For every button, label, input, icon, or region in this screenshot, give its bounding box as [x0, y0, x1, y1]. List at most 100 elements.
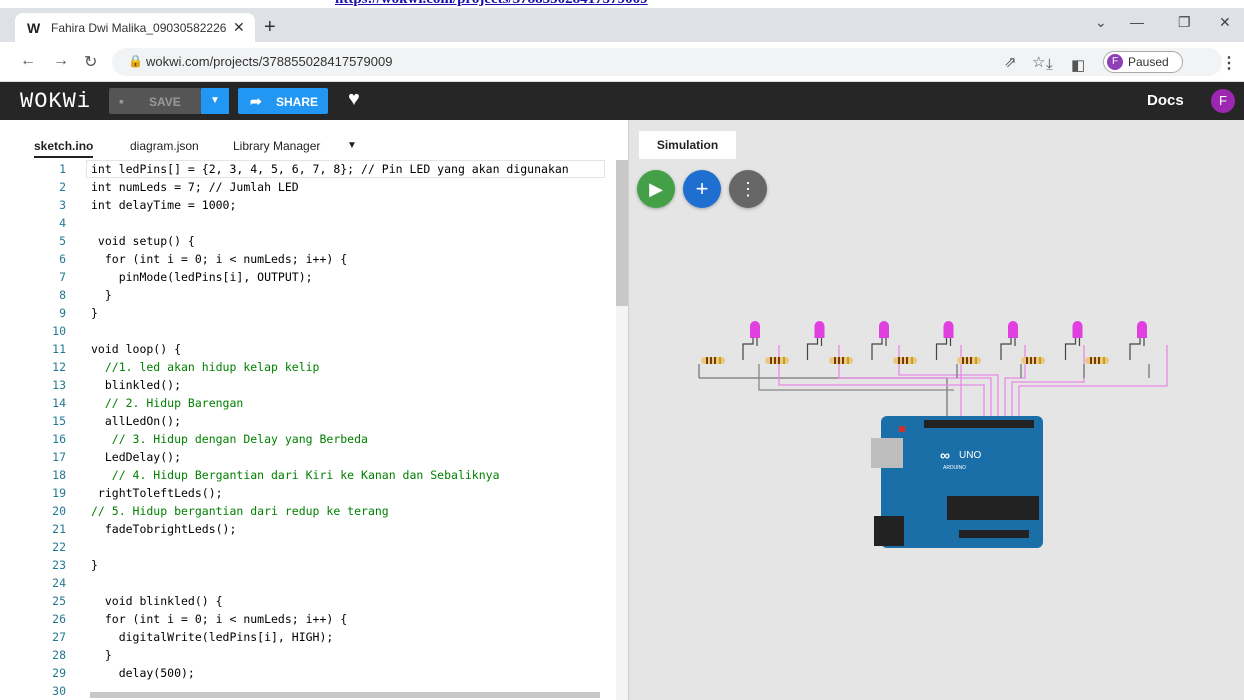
- led[interactable]: [1072, 321, 1083, 338]
- resistor-band: [1094, 357, 1096, 364]
- code-line: 11 void loop() {: [0, 340, 628, 358]
- editor-scroll-thumb[interactable]: [616, 160, 628, 306]
- forward-icon[interactable]: →: [53, 52, 69, 70]
- code-line: 19 rightToleftLeds();: [0, 484, 628, 502]
- resistor[interactable]: [893, 357, 917, 364]
- code-line: 15 allLedOn();: [0, 412, 628, 430]
- resistor[interactable]: [829, 357, 853, 364]
- resistor-band: [1090, 357, 1092, 364]
- tab-search-icon[interactable]: ⌄: [1095, 14, 1107, 31]
- code-line: 2 int numLeds = 7; // Jumlah LED: [0, 178, 628, 196]
- tab-library-manager[interactable]: Library Manager: [233, 139, 320, 153]
- code-text: // 2. Hidup Barengan: [91, 396, 244, 410]
- wire-gnd-2: [758, 364, 954, 391]
- line-number: 20: [52, 504, 66, 518]
- close-window-icon[interactable]: ✕: [1219, 14, 1231, 31]
- save-button[interactable]: ▪ SAVE: [109, 88, 201, 114]
- editor-horizontal-scrollbar[interactable]: [90, 692, 600, 698]
- restore-icon[interactable]: ❐: [1178, 14, 1191, 31]
- share-button[interactable]: ➦ SHARE: [238, 88, 328, 114]
- resistor-band: [1030, 357, 1032, 364]
- code-line: 22: [0, 538, 628, 556]
- resistor-band: [774, 357, 776, 364]
- line-number: 15: [52, 414, 66, 428]
- back-icon[interactable]: ←: [20, 52, 36, 70]
- resistor[interactable]: [765, 357, 789, 364]
- browser-menu-icon[interactable]: ⋮: [1221, 53, 1237, 73]
- wokwi-logo[interactable]: WOKWi: [20, 89, 91, 114]
- line-number: 16: [52, 432, 66, 446]
- resistor-band: [962, 357, 964, 364]
- resistor-band: [1026, 357, 1028, 364]
- editor-tabs: sketch.ino diagram.json Library Manager …: [0, 120, 628, 160]
- line-number: 18: [52, 468, 66, 482]
- resistor[interactable]: [701, 357, 725, 364]
- omnibox[interactable]: 🔒 wokwi.com/projects/378855028417579009 …: [112, 48, 1222, 76]
- reload-icon[interactable]: ↻: [84, 52, 97, 72]
- wire-led-1: [778, 345, 985, 420]
- wokwi-toolbar: WOKWi ▪ SAVE ▼ ➦ SHARE ♥ Docs F: [0, 82, 1244, 120]
- code-text: //1. led akan hidup kelap kelip: [91, 360, 320, 374]
- line-number: 14: [52, 396, 66, 410]
- resistor[interactable]: [957, 357, 981, 364]
- editor-tabs-dropdown-icon[interactable]: ▼: [347, 140, 357, 151]
- line-number: 22: [52, 540, 66, 554]
- profile-button[interactable]: F Paused: [1103, 51, 1183, 73]
- board-label: UNO: [959, 450, 981, 461]
- project-link[interactable]: https://wokwi.com/projects/3788550284175…: [335, 0, 648, 8]
- led[interactable]: [1008, 321, 1018, 338]
- docs-link[interactable]: Docs: [1147, 92, 1184, 109]
- heart-icon[interactable]: ♥: [348, 88, 360, 111]
- browser-tab[interactable]: W Fahira Dwi Malika_09030582226 ✕: [15, 13, 255, 42]
- code-text: int delayTime = 1000;: [91, 198, 237, 212]
- circuit-diagram[interactable]: ∞ UNO ARDUINO: [629, 120, 1244, 700]
- new-tab-button[interactable]: +: [264, 16, 276, 39]
- resistor-band: [1098, 357, 1100, 364]
- close-tab-icon[interactable]: ✕: [233, 19, 245, 36]
- code-area[interactable]: 1 int ledPins[] = {2, 3, 4, 5, 6, 7, 8}; …: [0, 160, 628, 700]
- user-avatar[interactable]: F: [1211, 89, 1235, 113]
- line-number: 27: [52, 630, 66, 644]
- code-line: 20 // 5. Hidup bergantian dari redup ke t…: [0, 502, 628, 520]
- code-line: 8 }: [0, 286, 628, 304]
- bookmark-star-icon[interactable]: ☆: [1032, 53, 1045, 71]
- line-number: 7: [59, 270, 66, 284]
- share-page-icon[interactable]: ⇗: [1004, 53, 1017, 71]
- share-arrow-icon: ➦: [250, 93, 262, 109]
- code-text: pinMode(ledPins[i], OUTPUT);: [91, 270, 313, 284]
- led[interactable]: [1137, 321, 1147, 338]
- tab-sketch-ino[interactable]: sketch.ino: [34, 139, 94, 158]
- save-label: SAVE: [149, 95, 181, 109]
- resistor-band: [898, 357, 900, 364]
- wire-led-6: [1011, 345, 1085, 420]
- resistor-band: [1103, 357, 1105, 364]
- resistor[interactable]: [1021, 357, 1045, 364]
- led-leg: [1000, 338, 1016, 360]
- save-dropdown-button[interactable]: ▼: [201, 88, 229, 114]
- led[interactable]: [750, 321, 760, 338]
- side-panel-icon[interactable]: ◧: [1071, 56, 1085, 74]
- code-line: 12 //1. led akan hidup kelap kelip: [0, 358, 628, 376]
- resistor[interactable]: [1085, 357, 1109, 364]
- resistor-band: [906, 357, 908, 364]
- line-number: 13: [52, 378, 66, 392]
- minimize-icon[interactable]: —: [1130, 14, 1144, 30]
- led[interactable]: [879, 321, 889, 338]
- download-icon[interactable]: ⤓: [1046, 56, 1053, 73]
- led[interactable]: [814, 321, 825, 338]
- tab-diagram-json[interactable]: diagram.json: [130, 139, 199, 153]
- code-line: 4: [0, 214, 628, 232]
- code-line: 29 delay(500);: [0, 664, 628, 682]
- arduino-uno[interactable]: ∞ UNO ARDUINO: [871, 416, 1043, 548]
- wire-led-2: [838, 345, 992, 420]
- code-text: }: [91, 288, 112, 302]
- line-number: 28: [52, 648, 66, 662]
- led[interactable]: [943, 321, 954, 338]
- code-text: // 3. Hidup dengan Delay yang Berbeda: [91, 432, 368, 446]
- wire-gnd-4: [1020, 364, 1150, 378]
- code-text: }: [91, 558, 98, 572]
- lock-icon: 🔒: [128, 54, 143, 68]
- line-number: 10: [52, 324, 66, 338]
- led-leg: [806, 338, 823, 360]
- url-text: wokwi.com/projects/378855028417579009: [146, 54, 393, 69]
